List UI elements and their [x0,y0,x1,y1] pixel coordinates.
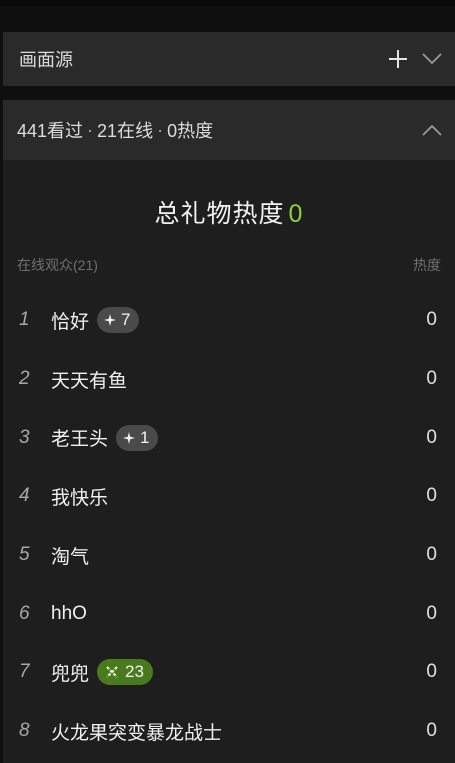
viewer-heat: 0 [426,426,437,448]
viewer-rank: 6 [19,602,30,624]
sparkle-icon [123,431,136,444]
viewer-name: 天天有鱼 [51,370,128,392]
list-item[interactable]: 8 火龙果突变暴龙战士 0 [3,702,455,761]
viewer-level-value: 7 [121,310,131,330]
audience-panel: 总礼物热度 0 在线观众(21) 热度 1 恰好 7 0 2 天天有鱼 0 3 老王头 1 0 4 我快乐… [3,160,455,763]
viewer-level-badge: 7 [97,307,140,334]
viewer-heat: 0 [426,485,437,507]
viewer-level-badge: 23 [97,659,153,686]
fan-level-icon [104,664,120,680]
chevron-up-icon[interactable] [415,110,449,150]
stats-summary: 441看过 · 21在线 · 0热度 [17,117,415,143]
viewer-heat: 0 [426,544,437,566]
list-item[interactable]: 2 天天有鱼 0 [3,350,455,409]
online-count: 21在线 [97,121,154,141]
list-item[interactable]: 4 我快乐 0 [3,467,455,526]
viewer-heat: 0 [426,720,437,742]
viewer-rank: 2 [19,368,30,390]
source-panel-title: 画面源 [19,50,73,70]
list-item[interactable]: 1 恰好 7 0 [3,291,455,350]
viewer-rank: 4 [19,485,30,507]
sparkle-icon [104,314,117,327]
viewer-level-value: 1 [140,427,150,447]
viewer-rank: 3 [19,426,30,448]
separator: · [157,119,164,140]
viewer-rank: 8 [19,720,30,742]
viewer-rank: 7 [19,661,30,683]
top-strip [0,0,455,6]
heat-column-label: 热度 [413,257,441,273]
audience-column-headers: 在线观众(21) 热度 [17,255,441,275]
heat-count: 0热度 [167,121,214,141]
gift-heat-label: 总礼物热度 [154,200,285,228]
viewer-name: 老王头 [51,429,109,451]
gift-heat-value: 0 [288,200,304,228]
gift-heat-total: 总礼物热度 0 [3,194,455,230]
viewer-name: hhO [51,602,87,624]
viewer-heat: 0 [426,602,437,624]
chevron-down-icon[interactable] [415,39,449,79]
list-item[interactable]: 7 兜兜 23 0 [3,643,455,702]
list-item[interactable]: 5 淘气 0 [3,526,455,585]
viewer-heat: 0 [426,368,437,390]
viewer-rank: 1 [19,309,30,331]
separator: · [87,119,94,140]
viewer-heat: 0 [426,661,437,683]
viewer-name: 恰好 [51,311,90,333]
viewer-level-badge: 1 [116,424,159,451]
viewer-rank: 5 [19,544,30,566]
stats-bar[interactable]: 441看过 · 21在线 · 0热度 [3,100,455,160]
list-item[interactable]: 6 hhO 0 [3,584,455,643]
audience-column-label: 在线观众(21) [17,257,98,273]
viewer-heat: 0 [426,309,437,331]
viewed-count: 441看过 [17,121,84,141]
viewer-name: 我快乐 [51,487,109,509]
audience-list: 1 恰好 7 0 2 天天有鱼 0 3 老王头 1 0 4 我快乐 0 5 淘气 0 6 hhO 0 7 兜兜 23 0 8 火龙… [3,291,455,761]
viewer-name: 淘气 [51,546,90,568]
source-panel-header[interactable]: 画面源 [3,32,455,86]
viewer-name: 火龙果突变暴龙战士 [51,722,223,744]
list-item[interactable]: 3 老王头 1 0 [3,408,455,467]
viewer-level-value: 23 [125,662,144,682]
plus-icon[interactable] [381,39,415,79]
live-audience-panel: 画面源 441看过 · 21在线 · 0热度 总礼物热度 0 在线观众(21) … [0,0,455,763]
viewer-name: 兜兜 [51,663,90,685]
